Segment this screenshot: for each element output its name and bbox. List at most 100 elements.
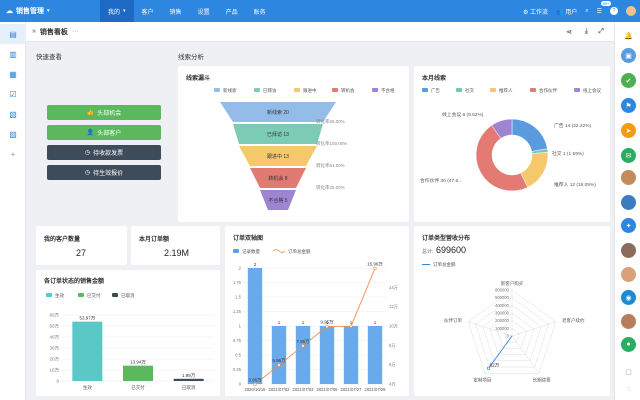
y-tick-label: 0 — [239, 382, 242, 387]
sidebar-chart-icon[interactable]: ▥ — [0, 44, 26, 64]
y-tick-label: 0.25 — [233, 367, 242, 372]
app-icon-5[interactable]: ✉ — [621, 148, 636, 163]
legend-label: 合作伙伴 — [539, 87, 557, 94]
app-logo[interactable]: ☁ 销售管理 ▾ — [0, 6, 100, 16]
radar-tick-label: 100000 — [495, 326, 510, 331]
legend-label: 线上会议 — [583, 87, 601, 94]
right-sidebar: 🔔 ▣ ✔ ⚑ ➤ ✉ ✦ ◉ ● ▢ ◌ — [614, 22, 640, 400]
conversion-rate: 转化率61.00% — [316, 162, 345, 169]
radar-tick-label: 0 — [507, 334, 510, 339]
app-icon-4[interactable]: ➤ — [621, 123, 636, 138]
app-title: 销售管理 — [16, 8, 44, 15]
download-icon[interactable]: ⤓ — [585, 28, 588, 36]
user-avatar-3[interactable] — [621, 243, 636, 258]
funnel-card: 线索漏斗 新线索 已拜访 跟进中 转机会 不合格 新线索 20 已拜访 13 跟进中 13 转… — [178, 66, 409, 222]
app-icon-6[interactable]: ✦ — [621, 218, 636, 233]
sidebar-dashboard-icon[interactable]: ▤ — [0, 24, 26, 44]
funnel-stage-label: 新线索 20 — [267, 109, 289, 116]
sidebar-doc-icon[interactable]: ▨ — [0, 124, 26, 144]
avatar[interactable] — [626, 6, 636, 16]
top-customers-button[interactable]: 👤 头部客户 — [47, 125, 161, 140]
x-tick-label: 2021/07/27 — [341, 387, 363, 392]
donut-label: 线上会议 6 (9.52%) — [442, 111, 484, 118]
legend-swatch — [112, 293, 118, 297]
legend-swatch — [78, 293, 84, 297]
expand-arrow-icon[interactable]: » — [32, 28, 36, 35]
top-opportunities-button[interactable]: 👍 头部机会 — [47, 105, 161, 120]
workflow-button[interactable]: ⚙ 工作流 — [523, 7, 548, 16]
line-point — [301, 344, 305, 348]
expand-icon[interactable]: ▢ — [621, 364, 636, 379]
status-sales-card: 各订单状态的销售金额 生效 已交付 已取消 0 10万 20万 30万 40万 50万 60万 5… — [36, 270, 220, 396]
kpi-card-orders: 本月订单额 2.19M — [131, 226, 220, 265]
app-icon-8[interactable]: ● — [621, 337, 636, 352]
pending-quotes-button[interactable]: ◷ 待生效报价 — [47, 165, 161, 180]
legend-label: 推荐人 — [499, 87, 513, 94]
radar-category-label: 伙伴订单 — [444, 317, 462, 324]
legend-swatch — [456, 88, 462, 92]
bar-value-label: 1 — [374, 320, 377, 325]
user-avatar-1[interactable] — [621, 170, 636, 185]
y-tick-label: 40万 — [49, 335, 59, 341]
user-avatar-4[interactable] — [621, 267, 636, 282]
app-icon-3[interactable]: ⚑ — [621, 98, 636, 113]
legend-label: 社交 — [465, 87, 474, 94]
status-bar-chart: 生效 已交付 已取消 010万20万30万40万50万60万53.97万生效13.9… — [46, 292, 214, 391]
y2-tick-label: 12万 — [389, 304, 398, 310]
app-icon-1[interactable]: ▣ — [621, 48, 636, 63]
funnel-chart: 新线索 已拜访 跟进中 转机会 不合格 新线索 20 已拜访 13 跟进中 13 转机会 8 不… — [214, 87, 395, 210]
dual-axis-card: 订单双轴图 记录数量 订单总金额 0 0.25 0.5 0.75 1 1.25 1.5 1.75… — [225, 226, 409, 396]
bar — [271, 326, 287, 384]
fullscreen-icon[interactable]: ⤢ — [598, 28, 604, 36]
nav-accounts[interactable]: 账务 — [246, 0, 274, 22]
user-avatar-2[interactable] — [621, 195, 636, 210]
page-menu-button[interactable]: ··· — [72, 28, 79, 35]
radar-plot: 0 100000 200000 300000 400000 500000 600000新客户… — [444, 280, 585, 383]
pending-invoices-button[interactable]: ◷ 待收款发票 — [47, 145, 161, 160]
radar-point — [486, 366, 491, 370]
nav-products[interactable]: 产品 — [218, 0, 246, 22]
radar-category-label: 长期续费 — [533, 376, 551, 383]
chevron-down-icon[interactable]: ▾ — [47, 8, 50, 14]
bar — [295, 326, 311, 384]
bar — [173, 378, 204, 381]
funnel-legend: 新线索 已拜访 跟进中 转机会 不合格 — [214, 87, 395, 94]
bar-value-label: 13.94万 — [130, 360, 146, 366]
app-icon-2[interactable]: ✔ — [621, 73, 636, 88]
x-tick-label: 2021/07/03 — [293, 387, 315, 392]
legend-label: 不合格 — [381, 87, 395, 94]
sidebar-add-icon[interactable]: + — [0, 144, 26, 164]
dual-axis-chart: 记录数量 订单总金额 0 0.25 0.5 0.75 1 1.25 1.5 1.75 2 4万 6万 8… — [233, 248, 398, 392]
y2-tick-label: 6万 — [389, 362, 396, 368]
legend-swatch — [254, 88, 260, 92]
nav-settings[interactable]: 设置 — [190, 0, 218, 22]
bell-icon[interactable]: 🔔 — [621, 28, 636, 43]
y-tick-label: 2 — [239, 266, 242, 271]
nav-mine[interactable]: 我的 ▾ — [100, 0, 134, 22]
legend-swatch — [214, 88, 220, 92]
notification-icon[interactable]: ☰ 99+ — [597, 0, 612, 15]
legend-label: 订单总金额 — [288, 248, 311, 255]
y2-tick-label: 8万 — [389, 343, 396, 349]
share-icon[interactable]: ⋖ — [566, 28, 572, 36]
legend-label: 跟进中 — [303, 87, 317, 94]
sidebar-calendar-icon[interactable]: ▦ — [0, 64, 26, 84]
users-button[interactable]: 👥 用户 — [556, 7, 577, 16]
chat-icon[interactable]: ◌ — [621, 382, 636, 397]
nav-sales[interactable]: 销售 — [162, 0, 190, 22]
bar-value-label: 1 — [278, 320, 281, 325]
y-tick-label: 1 — [239, 324, 242, 329]
donut-label: 推荐人 12 (19.05%) — [554, 181, 596, 188]
app-icon-7[interactable]: ◉ — [621, 290, 636, 305]
conversion-rate: 转化率100.00% — [316, 140, 347, 147]
user-avatar-5[interactable] — [621, 314, 636, 329]
x-tick-label: 已取消 — [182, 384, 196, 391]
nav-customers[interactable]: 客户 — [134, 0, 162, 22]
kpi-value: 27 — [76, 248, 87, 258]
sidebar-task-icon[interactable]: ☑ — [0, 84, 26, 104]
search-icon[interactable]: ⌕ — [585, 8, 588, 15]
help-icon[interactable]: ? — [610, 7, 618, 15]
sidebar-report-icon[interactable]: ▧ — [0, 104, 26, 124]
legend-swatch — [530, 88, 536, 92]
radar-category-label: 老客户续约 — [562, 317, 585, 324]
